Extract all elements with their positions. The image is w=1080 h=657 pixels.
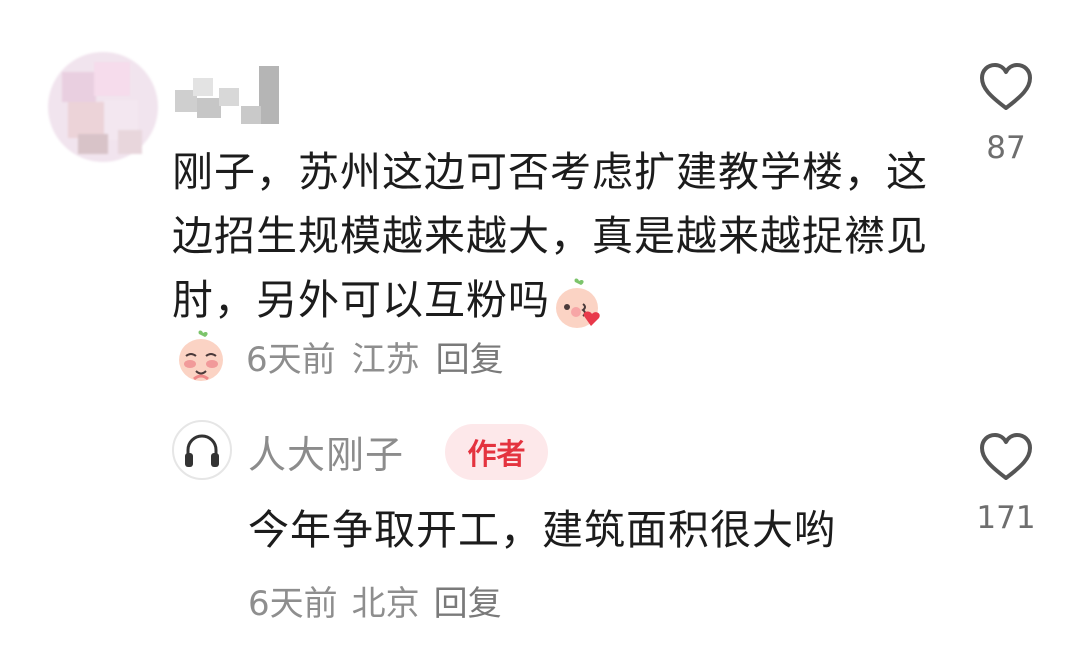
- reply-time: 6天前: [248, 583, 338, 624]
- reply-username[interactable]: 人大刚子: [248, 424, 404, 479]
- reply-like-count: 171: [976, 500, 1036, 536]
- reply-button[interactable]: 回复: [436, 332, 504, 381]
- reply-meta: 6天前 北京 回复: [248, 572, 502, 628]
- commenter-username[interactable]: [175, 66, 295, 128]
- headphones-icon: [185, 434, 219, 467]
- reply-like[interactable]: 171: [966, 432, 1046, 536]
- comment-text: 刚子，苏州这边可否考虑扩建教学楼，这边招生规模越来越大，真是越来越捉襟见肘，另外…: [172, 140, 932, 332]
- comment-like-count: 87: [986, 130, 1026, 166]
- heart-outline-icon[interactable]: [978, 432, 1034, 482]
- author-badge: 作者: [445, 424, 548, 480]
- comment-location: 江苏: [351, 339, 420, 380]
- comment-like[interactable]: 87: [966, 62, 1046, 166]
- heart-outline-icon[interactable]: [978, 62, 1034, 112]
- reply-reply-button[interactable]: 回复: [434, 576, 502, 625]
- reply-avatar[interactable]: [172, 420, 232, 480]
- shy-peach-emoji: [550, 276, 604, 330]
- blushing-peach-emoji: [172, 327, 230, 385]
- comment-meta: 6天前 江苏 回复: [172, 328, 504, 384]
- comment-time: 6天前: [246, 339, 336, 380]
- reply-location: 北京: [351, 583, 420, 624]
- reply-text: 今年争取开工，建筑面积很大哟: [248, 506, 836, 554]
- commenter-avatar[interactable]: [48, 52, 158, 162]
